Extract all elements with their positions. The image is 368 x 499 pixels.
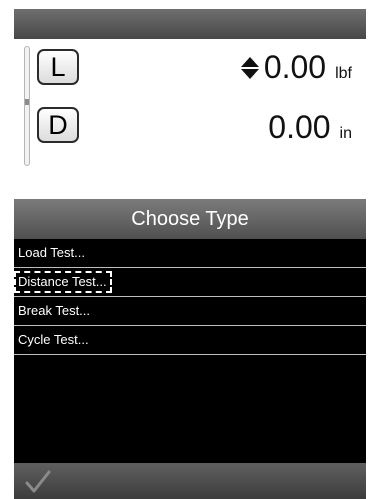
top-bar bbox=[14, 9, 366, 39]
list-item-label: Distance Test... bbox=[14, 271, 112, 293]
list-item-label: Load Test... bbox=[18, 245, 85, 260]
load-readout: 0.00 lbf bbox=[240, 49, 352, 85]
bottom-bar bbox=[14, 463, 366, 499]
distance-readout: 0.00 in bbox=[268, 109, 352, 145]
list-item-label: Break Test... bbox=[18, 303, 91, 318]
up-down-arrow-icon bbox=[240, 57, 259, 79]
readout-panel: L 0.00 lbf D 0.00 in bbox=[14, 39, 366, 199]
checkmark-icon[interactable] bbox=[24, 469, 52, 495]
list-item-cycle-test[interactable]: Cycle Test... bbox=[14, 326, 366, 355]
load-key-button[interactable]: L bbox=[37, 49, 79, 85]
distance-key-button[interactable]: D bbox=[37, 107, 79, 143]
readout-scrollbar[interactable] bbox=[24, 46, 30, 166]
distance-unit: in bbox=[339, 125, 352, 142]
test-type-list: Load Test... Distance Test... Break Test… bbox=[14, 239, 366, 355]
scrollbar-thumb[interactable] bbox=[25, 99, 29, 105]
list-item-load-test[interactable]: Load Test... bbox=[14, 239, 366, 268]
list-item-break-test[interactable]: Break Test... bbox=[14, 297, 366, 326]
device-screen: L 0.00 lbf D 0.00 in Choose Type Load Te… bbox=[14, 9, 366, 499]
list-item-label: Cycle Test... bbox=[18, 332, 89, 347]
load-value: 0.00 bbox=[263, 49, 327, 85]
menu-title: Choose Type bbox=[14, 199, 366, 239]
distance-value: 0.00 bbox=[268, 109, 331, 145]
list-item-distance-test[interactable]: Distance Test... bbox=[14, 268, 366, 297]
load-unit: lbf bbox=[335, 65, 352, 82]
